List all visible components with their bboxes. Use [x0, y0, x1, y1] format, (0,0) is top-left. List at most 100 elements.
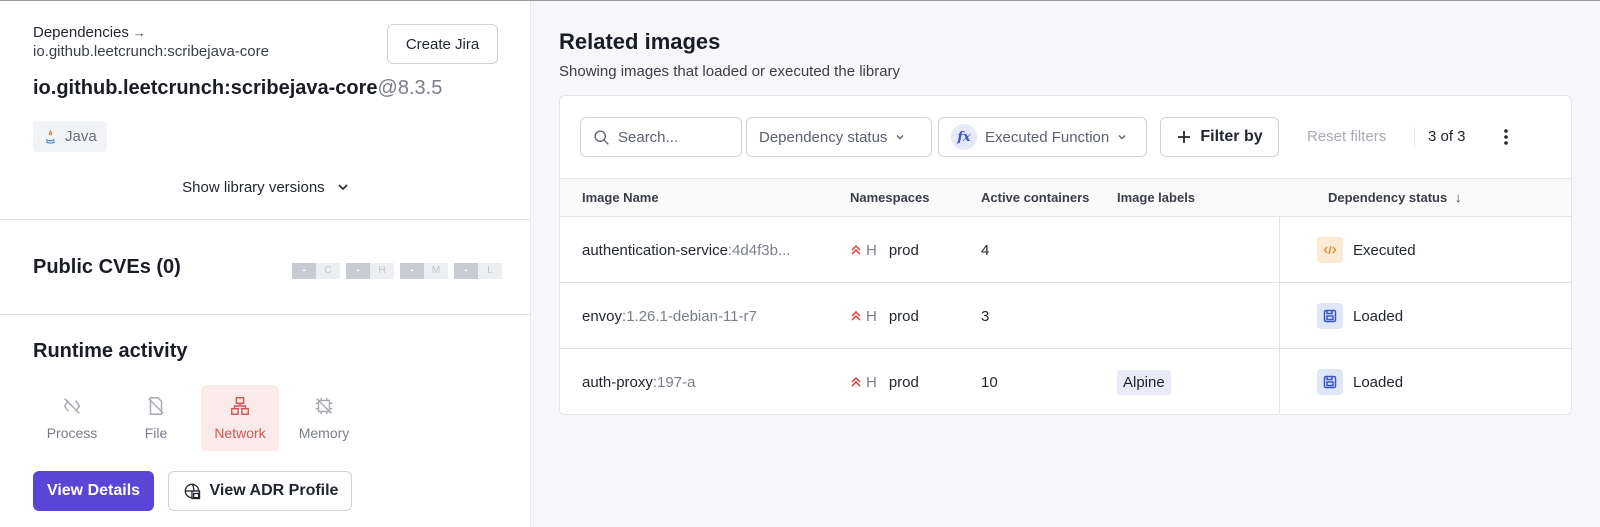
library-title: io.github.leetcrunch:scribejava-core@8.3…: [33, 77, 442, 100]
public-cves-title: Public CVEs (0): [33, 256, 181, 278]
table-row[interactable]: auth-proxy:197-a H prod 10 Alpine Loade…: [560, 349, 1571, 415]
more-options-icon[interactable]: [1498, 125, 1514, 149]
chevrons-up-icon: [851, 244, 861, 255]
table-header: Image Name Namespaces Active containers …: [560, 178, 1571, 217]
tab-memory-label: Memory: [298, 425, 350, 441]
language-chip: Java: [33, 121, 107, 152]
chevron-down-icon: [895, 129, 905, 146]
severity-critical: -C: [292, 263, 340, 279]
section-divider: [0, 219, 531, 220]
chevron-down-icon: [337, 180, 349, 197]
chevrons-up-icon: [851, 310, 861, 321]
breadcrumb[interactable]: Dependencies →: [33, 23, 146, 43]
network-icon: [231, 397, 249, 415]
library-details-panel: Dependencies → io.github.leetcrunch:scrib…: [0, 1, 531, 527]
arrow-right-icon: →: [132, 25, 146, 40]
dependency-status-label: Executed: [1353, 241, 1416, 259]
chevron-down-icon: [1117, 129, 1127, 146]
severity-summary: -C -H -M -L: [292, 263, 502, 279]
search-input[interactable]: [618, 128, 728, 146]
namespace-cell: H prod: [850, 217, 919, 283]
tab-process[interactable]: Process: [33, 385, 111, 451]
table-toolbar: Dependency status fx Executed Function F…: [560, 96, 1571, 178]
loaded-save-icon: [1317, 369, 1343, 395]
column-namespaces[interactable]: Namespaces: [850, 190, 930, 205]
active-containers-cell: 10: [981, 373, 998, 391]
image-name-cell[interactable]: envoy:1.26.1-debian-11-r7: [582, 283, 830, 349]
table-row[interactable]: envoy:1.26.1-debian-11-r7 H prod 3 Loade…: [560, 283, 1571, 349]
create-jira-button[interactable]: Create Jira: [387, 24, 498, 64]
runtime-activity-tabs: Process File Network Memory: [33, 385, 363, 451]
dependency-status-cell: Loaded: [1317, 283, 1403, 349]
severity-low: -L: [454, 263, 502, 279]
tab-file[interactable]: File: [117, 385, 195, 451]
active-containers-cell: 4: [981, 241, 990, 259]
executed-function-filter[interactable]: fx Executed Function: [938, 117, 1147, 157]
file-off-icon: [148, 397, 164, 415]
dependency-status-cell: Executed: [1317, 217, 1416, 283]
tab-network-label: Network: [214, 425, 266, 441]
related-images-title: Related images: [559, 29, 721, 54]
tab-process-label: Process: [46, 425, 98, 441]
column-dependency-status[interactable]: Dependency status ↓: [1328, 190, 1461, 205]
function-icon: fx: [951, 124, 977, 150]
namespace-label: prod: [888, 373, 919, 391]
plus-icon: [1178, 131, 1191, 143]
namespace-label: prod: [888, 241, 919, 259]
image-label-chip: Alpine: [1117, 369, 1171, 395]
sort-arrow-down-icon: ↓: [1454, 190, 1462, 205]
severity-chip: H: [850, 308, 877, 325]
library-name: io.github.leetcrunch:scribejava-core: [33, 77, 378, 99]
column-active-containers[interactable]: Active containers: [981, 190, 1089, 205]
java-icon: [45, 129, 55, 144]
filter-by-label: Filter by: [1200, 128, 1263, 145]
breadcrumb-link[interactable]: Dependencies: [33, 24, 129, 41]
view-adr-profile-label: View ADR Profile: [209, 482, 339, 499]
tab-network[interactable]: Network: [201, 385, 279, 451]
table-row[interactable]: authentication-service:4d4f3b... H prod …: [560, 217, 1571, 283]
dependency-status-label: Loaded: [1353, 307, 1404, 325]
show-library-versions-toggle[interactable]: Show library versions: [0, 179, 531, 197]
image-name-cell[interactable]: authentication-service:4d4f3b...: [582, 217, 830, 283]
dependency-status-label: Loaded: [1353, 373, 1404, 391]
dependency-status-filter[interactable]: Dependency status: [746, 117, 932, 157]
executed-function-filter-label: Executed Function: [985, 128, 1110, 146]
severity-chip: H: [850, 242, 877, 259]
related-images-subtitle: Showing images that loaded or executed t…: [559, 63, 901, 80]
chevrons-up-icon: [851, 376, 861, 387]
active-containers-cell: 3: [981, 307, 990, 325]
tab-memory[interactable]: Memory: [285, 385, 363, 451]
dependency-status-filter-label: Dependency status: [759, 128, 888, 146]
column-image-labels[interactable]: Image labels: [1117, 190, 1195, 205]
runtime-activity-title: Runtime activity: [33, 340, 188, 362]
process-off-icon: [63, 398, 81, 414]
search-box[interactable]: [580, 117, 742, 157]
severity-high: -H: [346, 263, 394, 279]
severity-chip: H: [850, 374, 877, 391]
search-icon: [594, 129, 609, 145]
result-count: 3 of 3: [1428, 128, 1466, 145]
show-versions-label: Show library versions: [182, 179, 325, 196]
toolbar-divider: [1414, 127, 1415, 147]
adr-profile-icon: [184, 483, 200, 500]
namespace-label: prod: [888, 307, 919, 325]
column-image-name[interactable]: Image Name: [582, 190, 659, 205]
section-divider: [0, 314, 531, 315]
tab-file-label: File: [144, 425, 168, 441]
image-name-cell[interactable]: auth-proxy:197-a: [582, 349, 830, 415]
namespace-cell: H prod: [850, 283, 919, 349]
column-dependency-status-label: Dependency status: [1328, 190, 1448, 205]
view-details-button[interactable]: View Details: [33, 471, 154, 511]
dependency-status-cell: Loaded: [1317, 349, 1403, 415]
language-label: Java: [65, 128, 97, 145]
reset-filters-link[interactable]: Reset filters: [1307, 128, 1386, 145]
memory-off-icon: [315, 397, 333, 415]
filter-by-button[interactable]: Filter by: [1160, 117, 1279, 157]
related-images-card: Dependency status fx Executed Function F…: [559, 95, 1572, 415]
breadcrumb-current: io.github.leetcrunch:scribejava-core: [33, 43, 269, 60]
view-adr-profile-button[interactable]: View ADR Profile: [168, 471, 352, 511]
image-labels-cell: Alpine: [1117, 349, 1171, 415]
severity-medium: -M: [400, 263, 448, 279]
namespace-cell: H prod: [850, 349, 919, 415]
executed-code-icon: [1317, 237, 1343, 263]
